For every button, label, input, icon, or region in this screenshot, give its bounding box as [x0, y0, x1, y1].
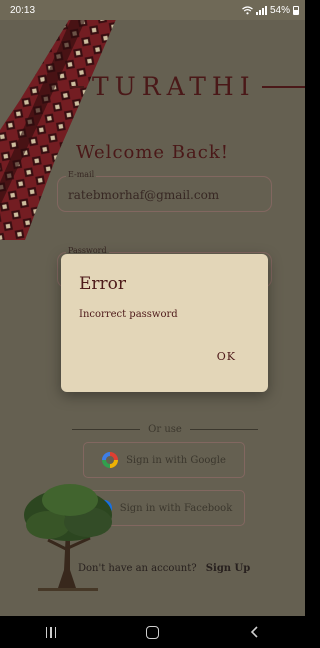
- status-bar: 20:13 54%: [0, 0, 305, 20]
- dialog-message: Incorrect password: [79, 309, 178, 320]
- recents-icon: [45, 626, 57, 638]
- signal-icon: [255, 5, 267, 15]
- home-button[interactable]: [132, 619, 172, 645]
- home-icon: [145, 625, 159, 639]
- wifi-icon: [242, 5, 253, 14]
- error-dialog: Error Incorrect password OK: [61, 254, 268, 392]
- recents-button[interactable]: [31, 619, 71, 645]
- status-time: 20:13: [10, 4, 36, 16]
- status-icons: 54%: [242, 5, 299, 16]
- battery-icon: [293, 5, 299, 15]
- dialog-title: Error: [79, 274, 127, 294]
- back-button[interactable]: [234, 619, 274, 645]
- battery-percent: 54%: [269, 4, 290, 16]
- ok-button[interactable]: OK: [217, 350, 236, 363]
- back-icon: [250, 626, 258, 638]
- navigation-bar: [0, 616, 305, 648]
